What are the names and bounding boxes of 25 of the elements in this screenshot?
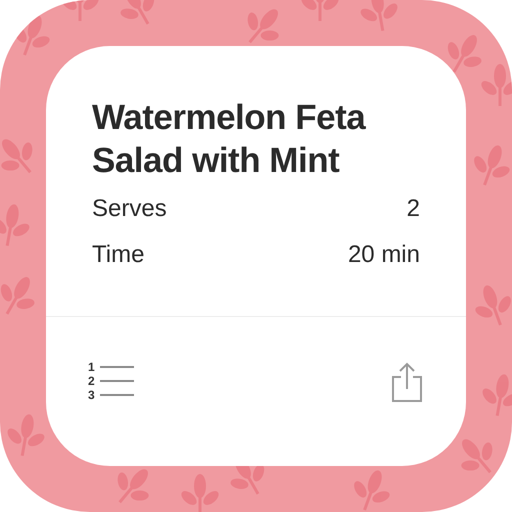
leaf-drawing bbox=[1, 139, 32, 174]
leaf-drawing bbox=[475, 285, 511, 326]
leaf-drawing bbox=[481, 64, 512, 106]
leaf-drawing bbox=[0, 277, 34, 315]
detail-value: 20 min bbox=[348, 240, 420, 270]
leaf-drawing bbox=[61, 0, 99, 21]
leaf-drawing bbox=[14, 15, 50, 56]
detail-value: 2 bbox=[406, 194, 420, 224]
detail-label: Time bbox=[92, 240, 144, 270]
leaf-drawing bbox=[448, 35, 482, 73]
leaf-drawing bbox=[8, 414, 44, 456]
leaf-drawing bbox=[461, 439, 492, 474]
leaf-drawing bbox=[248, 9, 279, 44]
leaf-drawing bbox=[301, 0, 339, 21]
leaf-drawing bbox=[0, 204, 30, 246]
leaf-drawing bbox=[474, 145, 510, 186]
recipe-title: Watermelon Feta Salad with Mint bbox=[92, 97, 367, 182]
leaf-drawing bbox=[482, 374, 512, 416]
leaf-drawing bbox=[360, 0, 398, 32]
share-icon[interactable] bbox=[390, 361, 424, 403]
leaf-drawing bbox=[354, 470, 390, 511]
leaf-drawing bbox=[118, 469, 149, 504]
leaf-drawing bbox=[120, 0, 154, 25]
detail-label: Serves bbox=[92, 194, 167, 224]
leaf-drawing bbox=[181, 474, 219, 512]
